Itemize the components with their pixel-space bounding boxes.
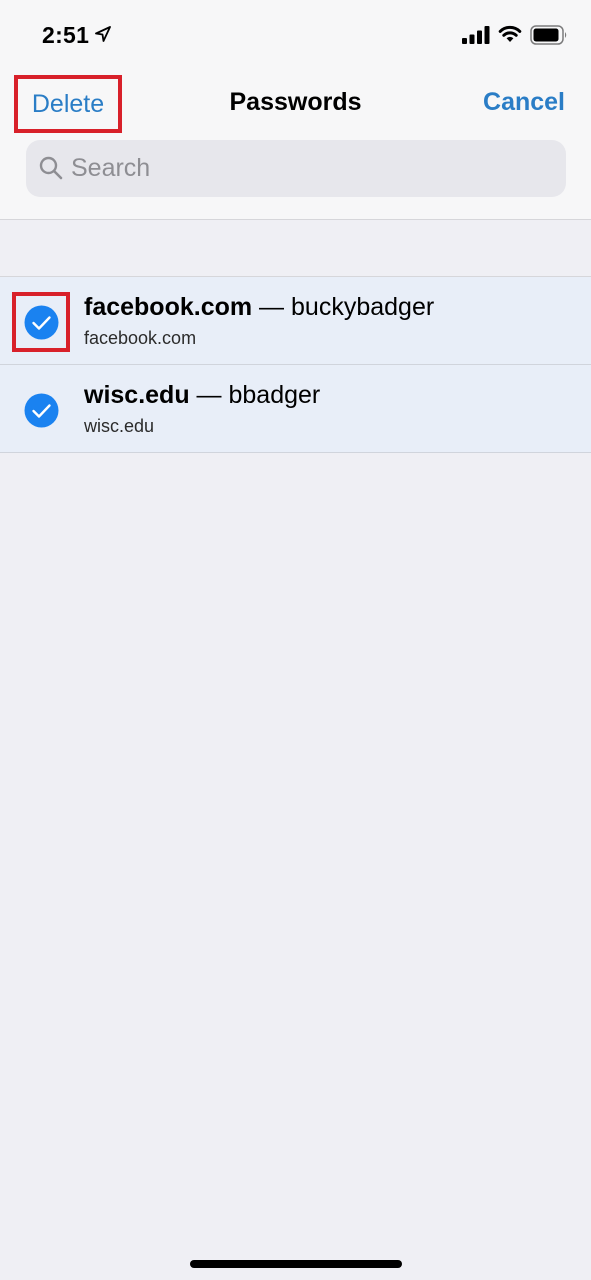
row-username: bbadger	[228, 381, 321, 409]
search-icon	[39, 156, 63, 180]
location-arrow-icon	[95, 26, 111, 42]
row-select-checkbox[interactable]	[12, 292, 70, 352]
search-bar[interactable]	[26, 140, 566, 197]
row-select-checkbox[interactable]	[12, 380, 70, 440]
password-row-wisc[interactable]: wisc.edu — bbadger wisc.edu	[0, 365, 591, 453]
row-subtitle: facebook.com	[84, 328, 197, 348]
row-subtitle: wisc.edu	[84, 416, 155, 436]
row-username: buckybadger	[291, 293, 435, 321]
password-row-facebook[interactable]: facebook.com — buckybadger facebook.com	[0, 277, 591, 365]
row-title: wisc.edu — bbadger	[84, 381, 320, 410]
row-title: facebook.com — buckybadger	[84, 293, 434, 322]
delete-button-label: Delete	[31, 89, 105, 118]
delete-button[interactable]: Delete	[14, 75, 122, 133]
row-domain: wisc.edu	[84, 381, 190, 409]
header-area: 2:51 Delete Passwords Cancel	[0, 0, 591, 220]
checkmark-circle-icon	[24, 393, 58, 427]
cancel-button[interactable]: Cancel	[483, 88, 565, 117]
password-list: facebook.com — buckybadger facebook.com …	[0, 276, 591, 453]
search-input[interactable]	[71, 140, 551, 197]
row-separator: —	[189, 381, 229, 409]
status-time: 2:51	[42, 22, 90, 48]
signal-icon	[462, 26, 490, 44]
wifi-icon	[498, 25, 522, 42]
row-separator: —	[252, 293, 292, 321]
checkmark-circle-icon	[24, 305, 58, 339]
row-domain: facebook.com	[84, 293, 253, 321]
home-indicator[interactable]	[190, 1260, 402, 1268]
battery-icon	[530, 25, 567, 45]
